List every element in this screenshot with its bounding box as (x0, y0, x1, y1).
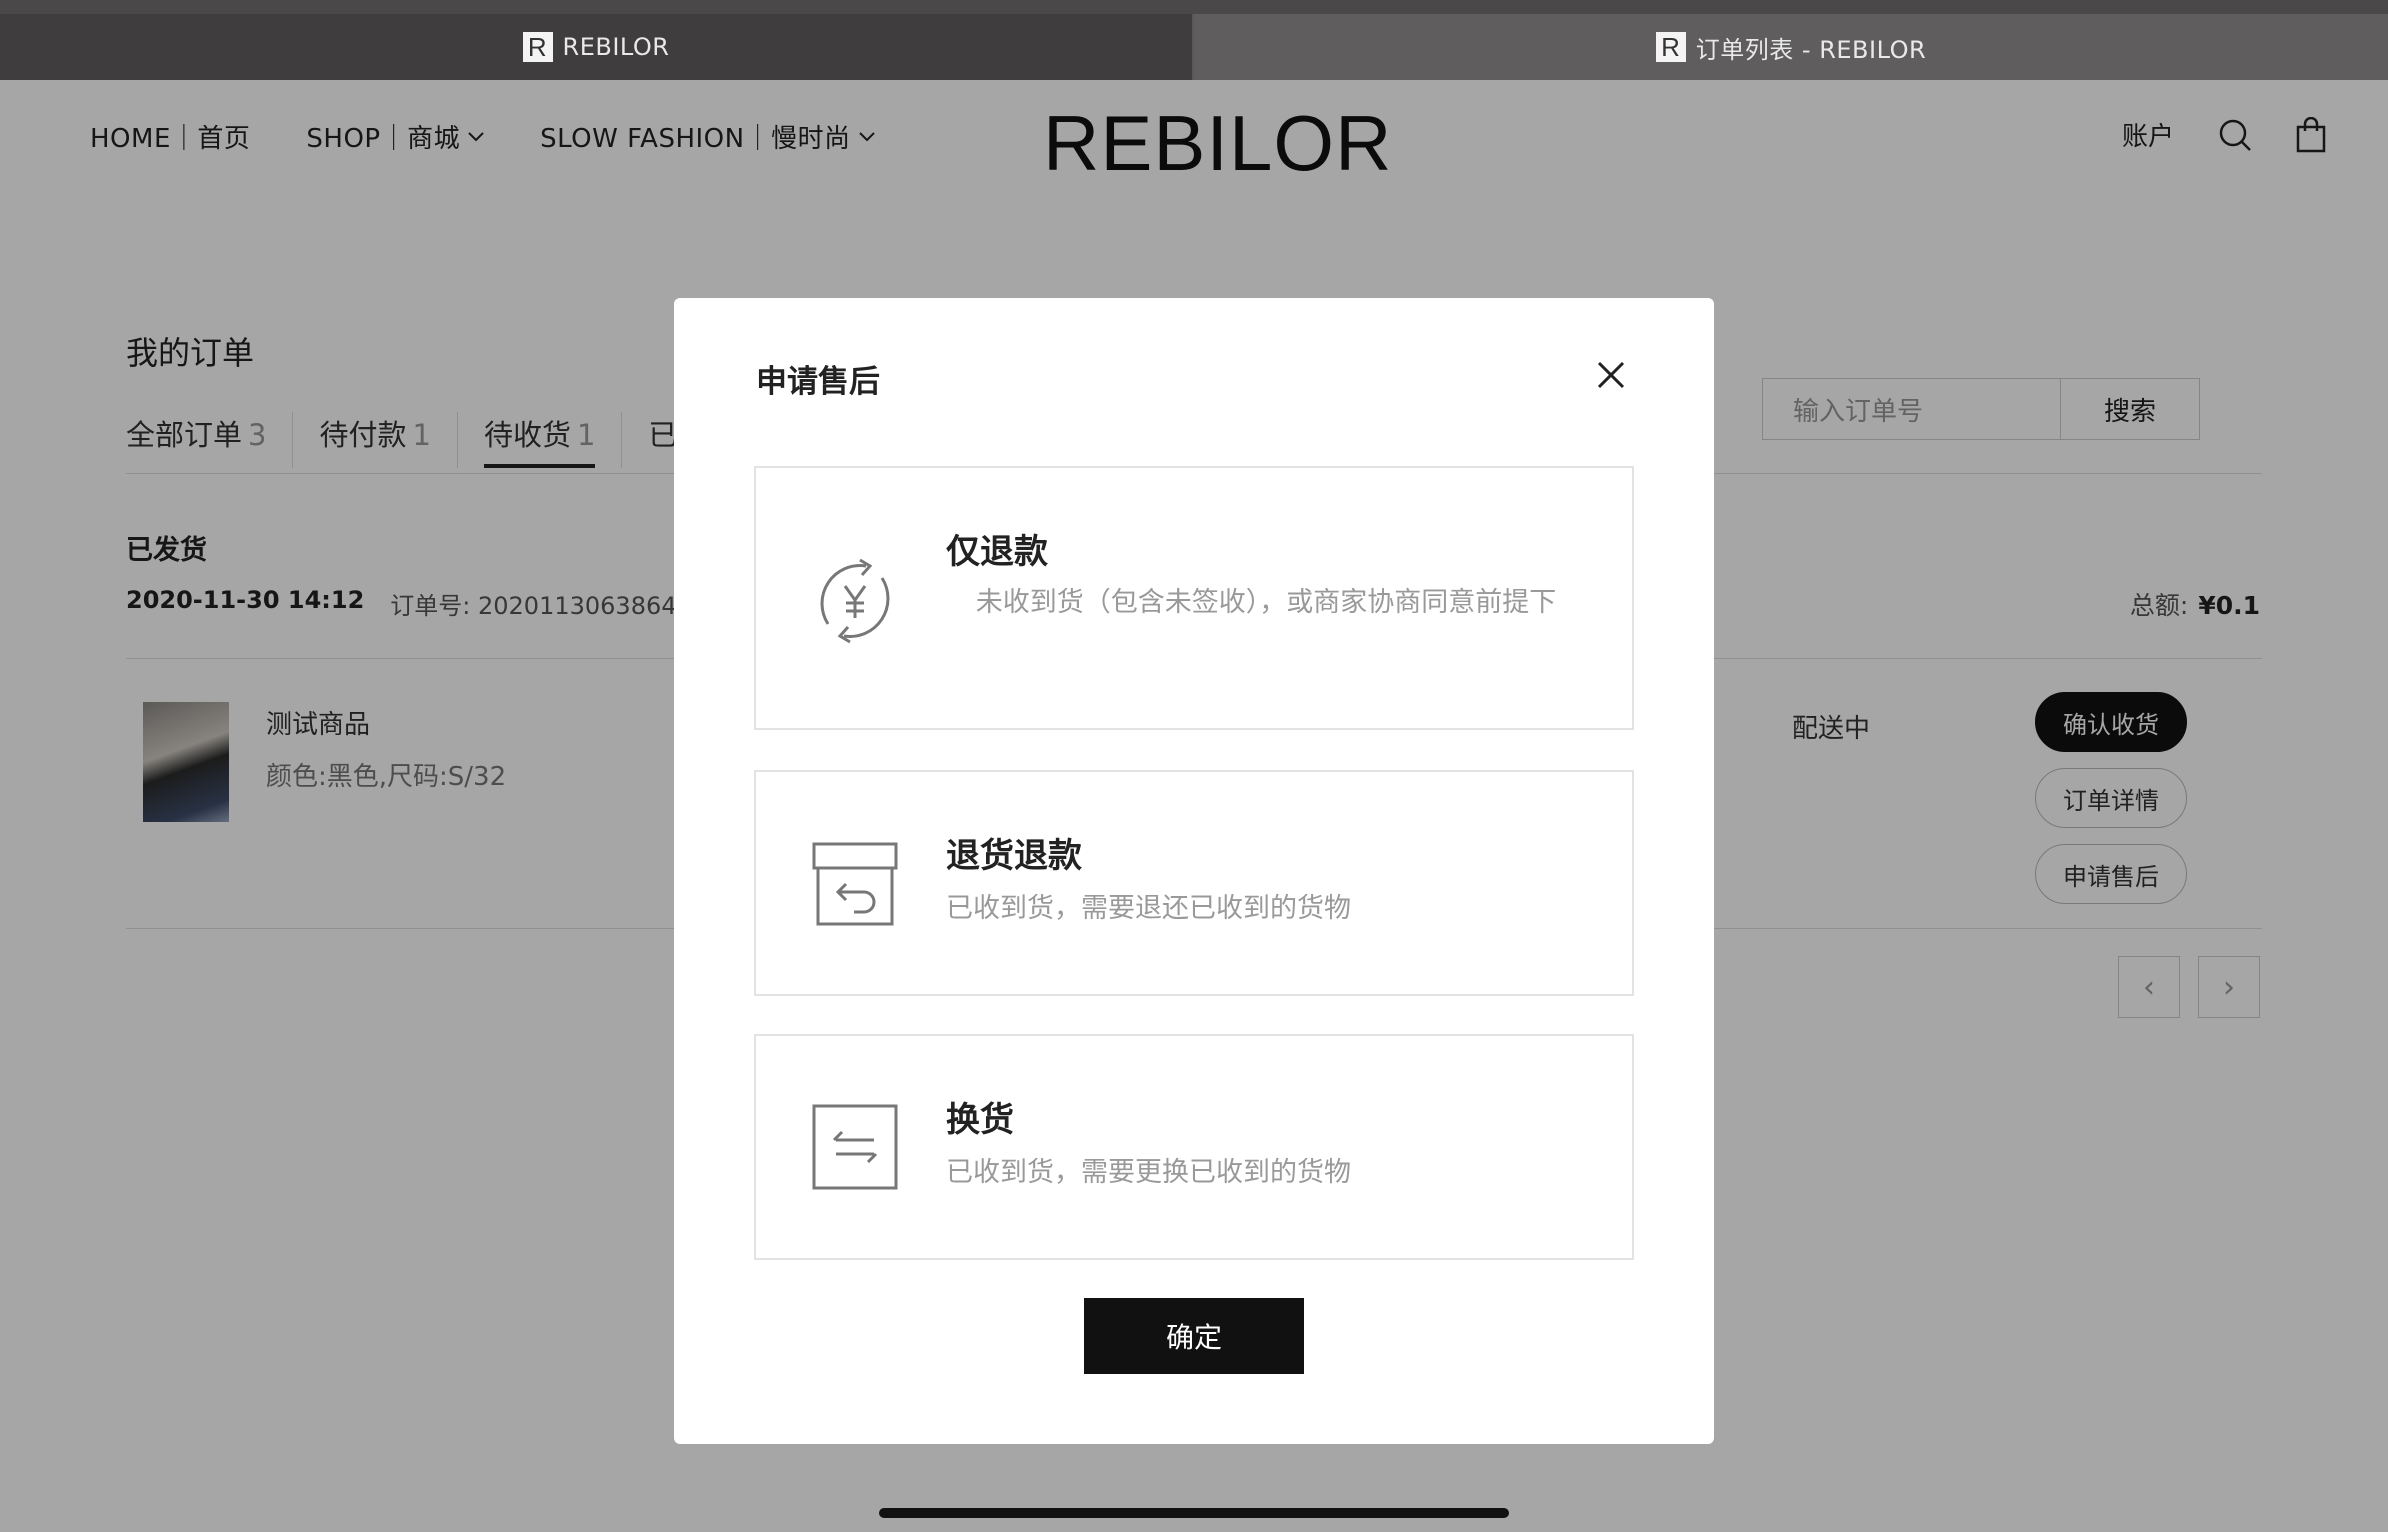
exchange-icon (810, 1102, 900, 1196)
option-description: 已收到货，需要退还已收到的货物 (946, 893, 1351, 924)
close-icon[interactable] (1594, 358, 1628, 392)
option-title: 换货 (946, 1100, 1014, 1140)
browser-tab-bar: R REBILOR × R 订单列表 - REBILOR (0, 0, 2388, 80)
option-description: 已收到货，需要更换已收到的货物 (946, 1157, 1351, 1188)
return-box-icon (810, 840, 900, 932)
option-title: 退货退款 (946, 836, 1082, 876)
option-exchange[interactable]: 换货 已收到货，需要更换已收到的货物 (754, 1034, 1634, 1260)
confirm-button[interactable]: 确定 (1084, 1298, 1304, 1374)
modal-title: 申请售后 (756, 364, 880, 400)
after-sales-modal: 申请售后 仅退款 未收到货（包含未签收），或商家协商同意前提下 退货退款 已收到… (674, 298, 1714, 1444)
favicon-icon: R (522, 32, 553, 62)
browser-tab-rebilor[interactable]: R REBILOR (0, 14, 1192, 80)
option-return-refund[interactable]: 退货退款 已收到货，需要退还已收到的货物 (754, 770, 1634, 996)
tab-bar-top-strip (0, 0, 2388, 14)
refund-yuan-icon (810, 556, 900, 650)
option-refund-only[interactable]: 仅退款 未收到货（包含未签收），或商家协商同意前提下 (754, 466, 1634, 730)
option-description: 未收到货（包含未签收），或商家协商同意前提下 (975, 587, 1557, 618)
tab-title: 订单列表 - REBILOR (1695, 35, 1927, 64)
home-indicator[interactable] (879, 1508, 1509, 1518)
tab-title: REBILOR (562, 33, 670, 61)
option-title: 仅退款 (946, 532, 1048, 572)
browser-tab-order-list[interactable]: R 订单列表 - REBILOR (1194, 14, 2388, 80)
favicon-icon: R (1655, 32, 1686, 62)
